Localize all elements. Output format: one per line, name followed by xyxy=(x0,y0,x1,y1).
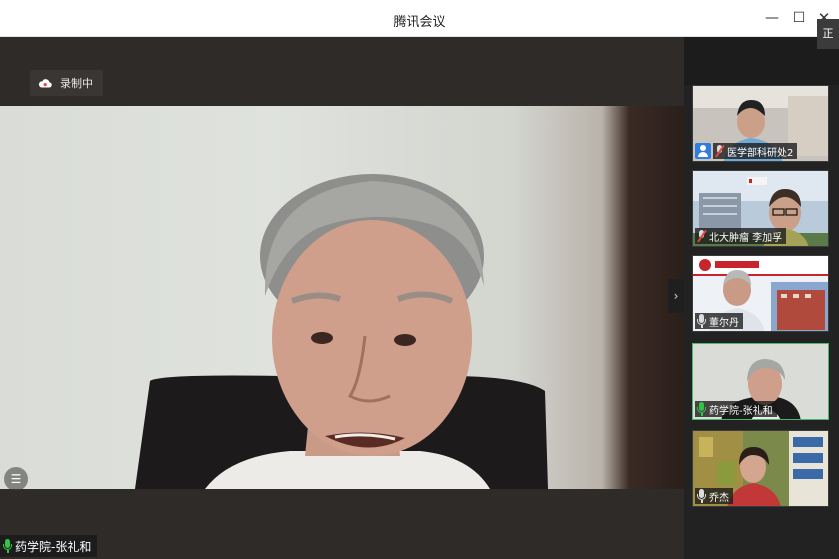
main-stage: 录制中 ☰ › 药学院-张礼和 xyxy=(0,37,684,559)
mic-off-icon xyxy=(715,144,725,158)
title-bar: 腾讯会议 — ☐ ✕ xyxy=(0,0,839,37)
mic-icon xyxy=(697,314,706,328)
participant-tile-active[interactable]: 药学院-张礼和 xyxy=(692,343,829,420)
participant-tile[interactable]: 乔杰 xyxy=(692,430,829,507)
recording-label: 录制中 xyxy=(60,77,93,90)
list-icon[interactable]: ☰ xyxy=(4,467,28,491)
active-speaker-name: 药学院-张礼和 xyxy=(15,539,92,554)
participant-label: 医学部科研处2 xyxy=(713,143,798,159)
mic-off-icon xyxy=(697,229,707,243)
participant-name: 药学院-张礼和 xyxy=(709,405,773,417)
participant-label: 药学院-张礼和 xyxy=(695,401,777,417)
mic-icon xyxy=(697,489,706,503)
mic-icon xyxy=(3,539,12,553)
active-speaker-tag: 药学院-张礼和 xyxy=(0,535,98,557)
participant-name: 董尔丹 xyxy=(709,317,739,329)
window-title: 腾讯会议 xyxy=(393,15,446,30)
cloud-icon xyxy=(38,79,52,88)
participant-name: 北大肿瘤 李加孚 xyxy=(709,232,783,244)
recording-badge[interactable]: 录制中 xyxy=(30,70,103,96)
participant-tile[interactable]: 北大肿瘤 李加孚 xyxy=(692,170,829,247)
main-video[interactable] xyxy=(0,106,684,489)
participant-tile[interactable]: 董尔丹 xyxy=(692,255,829,332)
chevron-right-icon[interactable]: › xyxy=(668,279,684,313)
participant-name: 乔杰 xyxy=(709,492,729,504)
maximize-button[interactable]: ☐ xyxy=(790,9,808,27)
participant-label: 乔杰 xyxy=(695,488,733,504)
participant-panel: 医学部科研处2 北大肿瘤 李加孚 董尔丹 药学院-张礼和 乔杰 xyxy=(684,37,839,559)
participant-label: 北大肿瘤 李加孚 xyxy=(695,228,787,244)
minimize-button[interactable]: — xyxy=(763,9,781,27)
participant-panel-header xyxy=(684,37,839,85)
person-icon xyxy=(695,143,711,159)
participant-name: 医学部科研处2 xyxy=(727,147,794,159)
main-video-frame xyxy=(135,174,548,489)
participant-label: 董尔丹 xyxy=(695,313,743,329)
edge-tab[interactable]: 正 xyxy=(817,19,839,49)
participant-tile[interactable]: 医学部科研处2 xyxy=(692,85,829,162)
mic-icon xyxy=(697,402,706,416)
